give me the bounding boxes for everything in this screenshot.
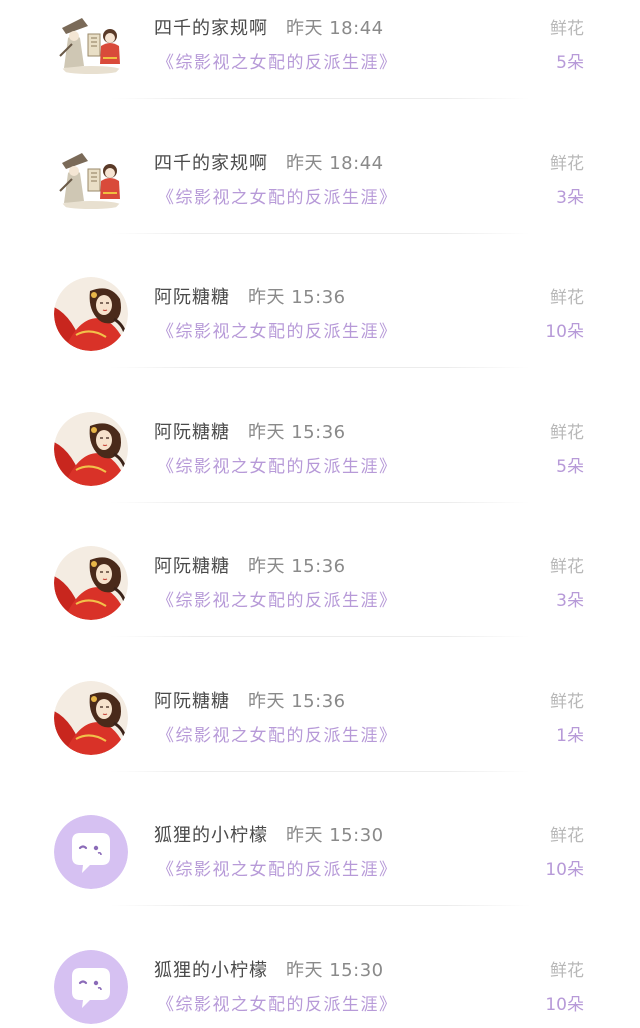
ink-sketch-scholar-avatar[interactable] — [54, 8, 128, 82]
gift-type-label: 鲜花 — [550, 288, 584, 308]
name-line: 阿阮糖糖 昨天 15:36 — [154, 422, 346, 444]
user-name[interactable]: 阿阮糖糖 — [154, 422, 230, 443]
user-name[interactable]: 阿阮糖糖 — [154, 691, 230, 712]
list-item[interactable]: 狐狸的小柠檬 昨天 15:30 《综影视之女配的反派生涯》 鲜花 10朵 — [0, 942, 640, 1028]
user-name[interactable]: 四千的家规啊 — [154, 18, 268, 39]
gift-count: 3朵 — [556, 591, 584, 611]
name-line: 四千的家规啊 昨天 18:44 — [154, 18, 384, 40]
user-name[interactable]: 狐狸的小柠檬 — [154, 825, 268, 846]
gift-count: 1朵 — [556, 725, 584, 746]
timestamp: 昨天 15:30 — [286, 959, 384, 981]
user-name[interactable]: 狐狸的小柠檬 — [154, 960, 268, 981]
user-name[interactable]: 阿阮糖糖 — [154, 287, 230, 308]
gift-count: 5朵 — [556, 456, 584, 477]
timestamp: 昨天 18:44 — [286, 18, 384, 39]
divider — [110, 636, 530, 637]
book-title-link[interactable]: 《综影视之女配的反派生涯》 — [157, 725, 398, 747]
book-title-link[interactable]: 《综影视之女配的反派生涯》 — [157, 187, 398, 209]
red-robed-girl-avatar[interactable] — [54, 680, 128, 755]
timestamp: 昨天 15:36 — [248, 556, 346, 577]
red-robed-girl-avatar[interactable] — [54, 411, 128, 486]
divider — [110, 770, 530, 772]
user-name[interactable]: 四千的家规啊 — [154, 153, 268, 174]
gift-type-label: 鲜花 — [550, 153, 584, 174]
gift-type-label: 鲜花 — [550, 557, 584, 577]
name-line: 阿阮糖糖 昨天 15:36 — [154, 691, 346, 713]
book-title-link[interactable]: 《综影视之女配的反派生涯》 — [157, 52, 398, 74]
name-line: 四千的家规啊 昨天 18:44 — [154, 153, 384, 175]
red-robed-girl-avatar[interactable] — [54, 277, 128, 351]
timestamp: 昨天 15:36 — [248, 421, 346, 443]
divider — [110, 98, 530, 99]
user-name[interactable]: 阿阮糖糖 — [154, 556, 230, 577]
timestamp: 昨天 18:44 — [286, 152, 384, 174]
list-item[interactable]: 阿阮糖糖 昨天 15:36 《综影视之女配的反派生涯》 鲜花 10朵 — [0, 269, 640, 404]
list-item[interactable]: 狐狸的小柠檬 昨天 15:30 《综影视之女配的反派生涯》 鲜花 10朵 — [0, 807, 640, 942]
divider — [110, 905, 530, 906]
gift-count: 10朵 — [545, 322, 584, 342]
divider — [110, 501, 530, 503]
list-item[interactable]: 阿阮糖糖 昨天 15:36 《综影视之女配的反派生涯》 鲜花 1朵 — [0, 673, 640, 808]
book-title-link[interactable]: 《综影视之女配的反派生涯》 — [157, 456, 398, 478]
red-robed-girl-avatar[interactable] — [54, 546, 128, 620]
name-line: 狐狸的小柠檬 昨天 15:30 — [154, 960, 384, 982]
divider — [110, 232, 530, 234]
name-line: 狐狸的小柠檬 昨天 15:30 — [154, 825, 384, 847]
purple-chat-bubble-avatar[interactable] — [54, 815, 128, 889]
list-item[interactable]: 阿阮糖糖 昨天 15:36 《综影视之女配的反派生涯》 鲜花 5朵 — [0, 404, 640, 539]
gift-type-label: 鲜花 — [550, 19, 584, 39]
timestamp: 昨天 15:30 — [286, 825, 384, 846]
list-item[interactable]: 四千的家规啊 昨天 18:44 《综影视之女配的反派生涯》 鲜花 5朵 — [0, 0, 640, 135]
name-line: 阿阮糖糖 昨天 15:36 — [154, 556, 346, 578]
gift-type-label: 鲜花 — [550, 422, 584, 443]
gift-type-label: 鲜花 — [550, 826, 584, 846]
gift-count: 3朵 — [556, 187, 584, 208]
purple-chat-bubble-avatar[interactable] — [54, 949, 128, 1024]
book-title-link[interactable]: 《综影视之女配的反派生涯》 — [157, 590, 398, 612]
name-line: 阿阮糖糖 昨天 15:36 — [154, 287, 346, 309]
ink-sketch-scholar-avatar[interactable] — [54, 142, 128, 217]
book-title-link[interactable]: 《综影视之女配的反派生涯》 — [157, 859, 398, 881]
gift-type-label: 鲜花 — [550, 691, 584, 712]
divider — [110, 367, 530, 368]
gift-type-label: 鲜花 — [550, 960, 584, 981]
book-title-link[interactable]: 《综影视之女配的反派生涯》 — [157, 321, 398, 343]
gift-count: 10朵 — [545, 994, 584, 1015]
timestamp: 昨天 15:36 — [248, 690, 346, 712]
gift-count: 5朵 — [556, 53, 584, 73]
gift-record-list: 四千的家规啊 昨天 18:44 《综影视之女配的反派生涯》 鲜花 5朵 四千的家规啊 昨天… — [0, 0, 640, 1028]
book-title-link[interactable]: 《综影视之女配的反派生涯》 — [157, 994, 398, 1016]
list-item[interactable]: 阿阮糖糖 昨天 15:36 《综影视之女配的反派生涯》 鲜花 3朵 — [0, 538, 640, 673]
timestamp: 昨天 15:36 — [248, 287, 346, 308]
gift-count: 10朵 — [545, 860, 584, 880]
list-item[interactable]: 四千的家规啊 昨天 18:44 《综影视之女配的反派生涯》 鲜花 3朵 — [0, 135, 640, 270]
